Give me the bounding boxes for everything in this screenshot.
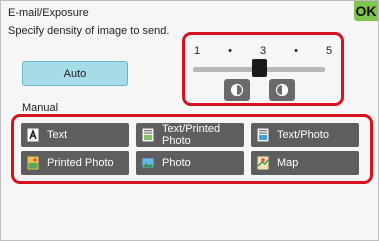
text-photo-icon <box>257 128 269 142</box>
exposure-dialog: E-mail/Exposure Specify density of image… <box>0 0 379 241</box>
type-photo-label: Photo <box>162 157 191 169</box>
scale-tick-3: 3 <box>259 45 267 57</box>
type-printed-photo-button[interactable]: Printed Photo <box>21 151 129 175</box>
exposure-scale: 1 • 3 • 5 <box>191 45 335 57</box>
scale-tick-2: • <box>228 45 232 57</box>
type-text-photo-button[interactable]: Text/Photo <box>251 123 359 147</box>
exposure-level-panel: 1 • 3 • 5 <box>182 32 344 106</box>
scale-tick-1: 1 <box>193 45 201 57</box>
text-printed-photo-icon <box>142 128 154 142</box>
printed-photo-icon <box>27 156 39 170</box>
darker-button[interactable] <box>269 79 295 101</box>
map-icon <box>257 156 269 170</box>
type-photo-button[interactable]: Photo <box>136 151 244 175</box>
type-text-printed-photo-label: Text/Printed Photo <box>162 123 221 147</box>
lighter-button[interactable] <box>224 79 250 101</box>
lighter-half-circle-icon <box>230 83 244 97</box>
page-title: E-mail/Exposure <box>8 7 89 19</box>
manual-label: Manual <box>22 102 59 114</box>
scale-tick-4: • <box>294 45 298 57</box>
type-text-button[interactable]: Text <box>21 123 129 147</box>
text-a-icon <box>27 128 39 142</box>
type-map-label: Map <box>277 157 299 169</box>
type-map-button[interactable]: Map <box>251 151 359 175</box>
type-printed-photo-label: Printed Photo <box>47 157 114 169</box>
type-text-printed-photo-button[interactable]: Text/Printed Photo <box>136 123 244 147</box>
photo-icon <box>142 156 154 170</box>
type-text-label: Text <box>47 129 68 141</box>
ok-button[interactable]: OK <box>354 1 378 21</box>
scale-tick-5: 5 <box>325 45 333 57</box>
instruction-text: Specify density of image to send. <box>8 25 170 37</box>
darker-half-circle-icon <box>275 83 289 97</box>
original-type-panel: Text Text/Printed Photo Text/Photo Print… <box>11 114 373 184</box>
auto-button[interactable]: Auto <box>22 61 128 86</box>
type-text-photo-label: Text/Photo <box>277 129 329 141</box>
exposure-slider-thumb[interactable] <box>252 59 267 77</box>
